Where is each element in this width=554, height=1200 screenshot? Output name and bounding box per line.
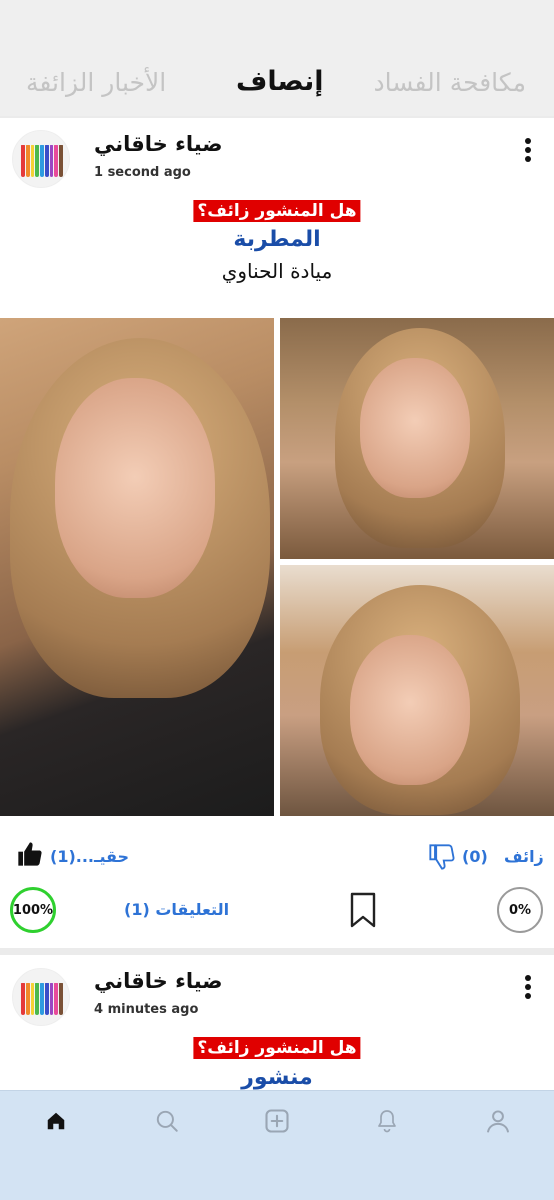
tab-insaf[interactable]: إنصاف xyxy=(236,66,324,97)
top-tab-bar: الأخبار الزائفة إنصاف مكافحة الفساد xyxy=(0,0,554,116)
post-author[interactable]: ضياء خاقاني xyxy=(94,969,223,993)
post-timestamp: 4 minutes ago xyxy=(94,1002,199,1017)
true-vote-count[interactable]: حقيـ...(1) xyxy=(50,847,129,866)
post-subtitle: ميادة الحناوي xyxy=(221,259,333,283)
home-icon[interactable] xyxy=(40,1105,72,1137)
search-icon[interactable] xyxy=(151,1105,183,1137)
tab-fake-news[interactable]: الأخبار الزائفة xyxy=(26,68,166,97)
add-icon[interactable] xyxy=(261,1105,293,1137)
pencils-icon xyxy=(21,983,64,1015)
fake-vote-count[interactable]: (0) xyxy=(462,847,488,866)
post-card: ضياء خاقاني 4 minutes ago هل المنشور زائ… xyxy=(0,955,554,1090)
fake-percentage-badge: 0% xyxy=(497,887,543,933)
tab-anti-corruption[interactable]: مكافحة الفساد xyxy=(373,68,526,97)
fake-question-label: هل المنشور زائف؟ xyxy=(193,1037,361,1059)
post-card: ضياء خاقاني 1 second ago هل المنشور زائف… xyxy=(0,118,554,948)
post-title: منشور xyxy=(241,1065,313,1090)
fake-question-label: هل المنشور زائف؟ xyxy=(193,200,361,222)
post-photo-top-right[interactable] xyxy=(280,318,554,559)
thumbs-down-icon[interactable] xyxy=(428,843,456,871)
avatar[interactable] xyxy=(12,130,70,188)
fake-label[interactable]: زائف xyxy=(504,847,544,866)
more-options-icon[interactable] xyxy=(524,138,532,162)
more-options-icon[interactable] xyxy=(524,975,532,999)
post-photo-bottom-right[interactable] xyxy=(280,565,554,816)
true-percentage-badge: 100% xyxy=(10,887,56,933)
comments-button[interactable]: التعليقات (1) xyxy=(124,900,229,919)
thumbs-up-icon[interactable] xyxy=(16,840,44,868)
post-title: المطربة xyxy=(233,227,321,252)
pencils-icon xyxy=(21,145,64,177)
bell-icon[interactable] xyxy=(371,1105,403,1137)
profile-icon[interactable] xyxy=(482,1105,514,1137)
bottom-navigation xyxy=(0,1090,554,1200)
post-author[interactable]: ضياء خاقاني xyxy=(94,132,223,156)
post-timestamp: 1 second ago xyxy=(94,165,191,180)
post-photo-main[interactable] xyxy=(0,318,274,816)
bookmark-icon[interactable] xyxy=(350,892,376,928)
avatar[interactable] xyxy=(12,968,70,1026)
